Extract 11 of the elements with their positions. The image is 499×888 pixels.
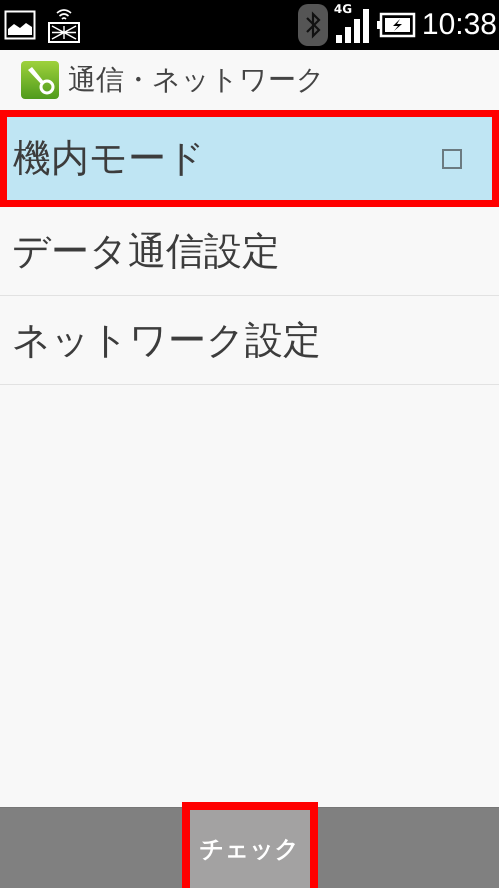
menu-item[interactable]: 機内モード — [0, 110, 499, 207]
checkbox[interactable] — [442, 148, 462, 168]
screen-title: 通信・ネットワーク — [68, 62, 325, 98]
picture-icon — [4, 10, 36, 40]
battery-charging-icon — [376, 12, 416, 38]
bluetooth-icon — [298, 4, 328, 46]
menu-item[interactable]: データ通信設定 — [0, 207, 499, 296]
wifi-display-icon — [46, 6, 82, 44]
wrench-icon — [20, 60, 60, 100]
menu-item[interactable]: ネットワーク設定 — [0, 296, 499, 385]
clock-time: 10:38 — [422, 8, 497, 42]
